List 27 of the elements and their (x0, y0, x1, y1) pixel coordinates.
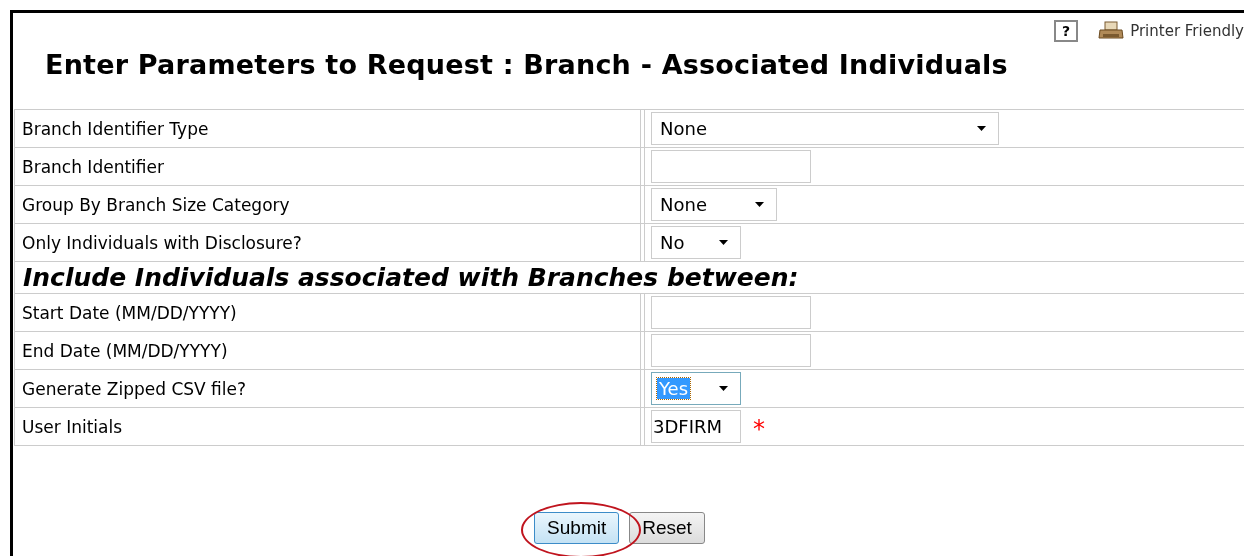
section-heading: Include Individuals associated with Branches between: (14, 262, 1244, 294)
dropdown[interactable]: No (651, 226, 741, 259)
input-field[interactable]: 3DFIRM (651, 410, 741, 443)
form-button[interactable]: Reset (629, 512, 705, 544)
form-button[interactable]: Submit (534, 512, 620, 544)
input-field[interactable] (651, 334, 811, 367)
printer-friendly-link[interactable]: Printer Friendly (1130, 22, 1244, 40)
caret-icon (977, 126, 986, 131)
field-label: Branch Identifier (22, 156, 164, 177)
field-label: Generate Zipped CSV file? (22, 378, 246, 399)
field-label: Branch Identifier Type (22, 118, 209, 139)
caret-icon (755, 202, 764, 207)
input-field[interactable] (651, 150, 811, 183)
page-title: Enter Parameters to Request : Branch - Associated Individuals (45, 49, 1009, 82)
field-label: Group By Branch Size Category (22, 194, 290, 215)
printer-icon[interactable] (1098, 21, 1125, 41)
field-label: Start Date (MM/DD/YYYY) (22, 302, 237, 323)
dropdown[interactable]: None (651, 112, 999, 145)
field-label: User Initials (22, 416, 123, 437)
caret-icon (719, 240, 728, 245)
field-label: Only Individuals with Disclosure? (22, 232, 302, 253)
help-button[interactable]: ? (1054, 20, 1079, 42)
input-field[interactable] (651, 296, 811, 329)
field-label: End Date (MM/DD/YYYY) (22, 340, 228, 361)
required-mark: * (753, 414, 765, 443)
caret-icon (719, 386, 728, 391)
dropdown[interactable]: None (651, 188, 777, 221)
